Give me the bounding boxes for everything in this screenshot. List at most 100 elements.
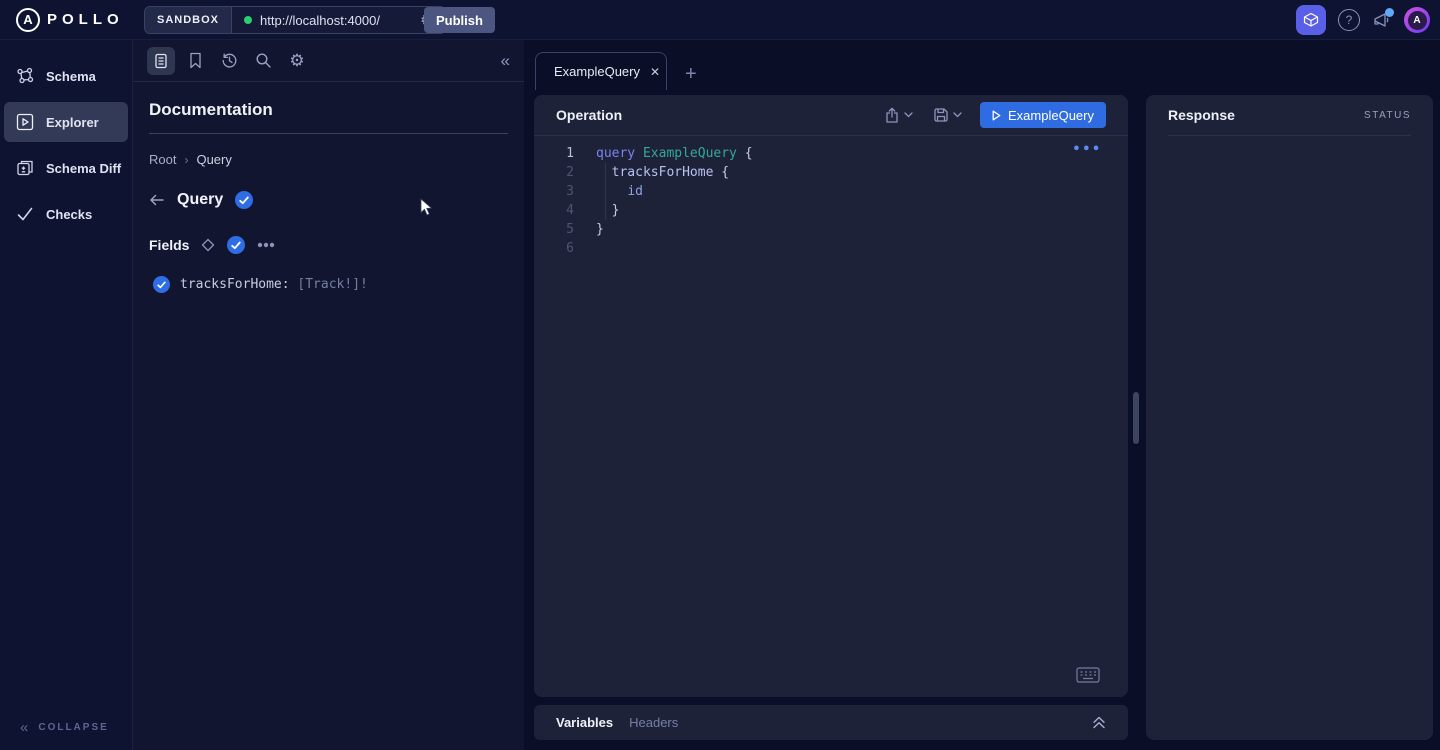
avatar-initial: A — [1408, 11, 1427, 30]
announcements-button[interactable] — [1372, 11, 1392, 29]
help-button[interactable]: ? — [1338, 9, 1360, 31]
field-row-tracksforhome[interactable]: tracksForHome: [Track!]! — [149, 276, 508, 293]
response-panel: Response STATUS — [1146, 95, 1433, 740]
diff-document-icon — [16, 159, 34, 177]
tab-variables[interactable]: Variables — [556, 715, 613, 730]
collapse-sidebar-button[interactable]: « COLLAPSE — [0, 719, 133, 736]
docs-title: Documentation — [149, 100, 508, 120]
code-text: tracksForHome { — [574, 163, 729, 182]
keyboard-shortcuts-icon[interactable] — [1076, 667, 1100, 683]
graph-icon — [16, 67, 34, 85]
share-operation-button[interactable] — [884, 107, 913, 124]
play-square-icon — [16, 113, 34, 131]
token-punctuation: } — [612, 203, 620, 218]
top-bar: A POLLO SANDBOX http://localhost:4000/ ⚙… — [0, 0, 1440, 40]
notification-dot — [1385, 8, 1394, 17]
code-line[interactable]: 5 } — [534, 220, 1128, 239]
token-punctuation: { — [745, 146, 753, 161]
connection-status-dot — [244, 16, 252, 24]
back-arrow-icon[interactable] — [149, 193, 165, 207]
topbar-right-icons: ? A — [1296, 0, 1430, 40]
avatar[interactable]: A — [1404, 7, 1430, 33]
type-selected-check-icon[interactable] — [235, 191, 253, 209]
select-all-fields-check-icon[interactable] — [227, 236, 245, 254]
run-operation-button[interactable]: ExampleQuery — [980, 102, 1106, 128]
operation-panel: Operation — [534, 95, 1128, 697]
apollo-sandbox-app: A POLLO SANDBOX http://localhost:4000/ ⚙… — [0, 0, 1440, 750]
fields-label: Fields — [149, 237, 189, 253]
field-signature: tracksForHome: [Track!]! — [180, 277, 368, 292]
line-number: 2 — [534, 163, 574, 182]
left-nav-rail: Schema Explorer Schema Diff — [0, 40, 133, 750]
code-text: id — [574, 182, 643, 201]
save-operation-button[interactable] — [933, 107, 962, 123]
code-text — [574, 239, 596, 258]
field-selected-check-icon[interactable] — [153, 276, 170, 293]
panel-resize-handle[interactable] — [1133, 392, 1139, 444]
cube-icon — [1303, 12, 1319, 28]
docs-toolbar: ⚙ « — [133, 40, 524, 82]
apollo-logo[interactable]: A POLLO — [16, 8, 124, 32]
apollo-logo-icon: A — [16, 8, 40, 32]
question-mark-icon: ? — [1346, 13, 1353, 27]
line-number: 4 — [534, 201, 574, 220]
breadcrumb-root[interactable]: Root — [149, 152, 176, 167]
new-tab-button[interactable]: + — [685, 64, 697, 84]
token-field: id — [627, 184, 643, 199]
collapse-docs-panel-button[interactable]: « — [501, 51, 510, 71]
sandbox-mode-button[interactable] — [1296, 5, 1326, 35]
response-header: Response STATUS — [1146, 95, 1433, 135]
variables-headers-bar: Variables Headers — [534, 705, 1128, 740]
history-clock-icon — [221, 52, 238, 69]
sidebar-item-checks[interactable]: Checks — [4, 194, 128, 234]
line-number: 6 — [534, 239, 574, 258]
endpoint-chip[interactable]: SANDBOX http://localhost:4000/ ⚙ — [144, 6, 446, 34]
code-line[interactable]: 2 tracksForHome { — [534, 163, 1128, 182]
code-line[interactable]: 1 query ExampleQuery { — [534, 144, 1128, 163]
tab-examplequery[interactable]: ExampleQuery ✕ — [535, 52, 667, 90]
search-tab-button[interactable] — [249, 47, 277, 75]
operation-editor[interactable]: ••• 1 query ExampleQuery { 2 tracksForHo… — [534, 136, 1128, 258]
sidebar-item-explorer[interactable]: Explorer — [4, 102, 128, 142]
token-punctuation: } — [596, 222, 604, 237]
share-icon — [884, 107, 900, 124]
bookmarks-tab-button[interactable] — [181, 47, 209, 75]
editor-menu-dots-icon[interactable]: ••• — [1073, 142, 1102, 157]
documentation-panel: ⚙ « Documentation Root › Query Query — [133, 40, 524, 750]
sidebar-item-label: Schema — [46, 69, 96, 84]
operation-actions: ExampleQuery — [884, 102, 1106, 128]
save-icon — [933, 107, 949, 123]
code-text: } — [574, 201, 619, 220]
line-number: 3 — [534, 182, 574, 201]
explorer-settings-button[interactable]: ⚙ — [283, 47, 311, 75]
token-whitespace — [596, 203, 612, 218]
tab-headers[interactable]: Headers — [629, 715, 678, 730]
sidebar-item-schema[interactable]: Schema — [4, 56, 128, 96]
more-options-dots-icon[interactable] — [257, 242, 275, 248]
status-label: STATUS — [1364, 110, 1411, 121]
close-tab-icon[interactable]: ✕ — [650, 65, 660, 79]
code-line[interactable]: 4 } — [534, 201, 1128, 220]
code-line[interactable]: 3 id — [534, 182, 1128, 201]
fields-header: Fields — [149, 236, 508, 254]
sidebar-item-schema-diff[interactable]: Schema Diff — [4, 148, 128, 188]
diamond-sort-icon[interactable] — [201, 238, 215, 252]
tab-bar: ExampleQuery ✕ + — [524, 40, 1440, 90]
publish-button[interactable]: Publish — [424, 7, 495, 33]
gear-icon: ⚙ — [287, 51, 306, 71]
endpoint-url-input[interactable]: http://localhost:4000/ — [260, 13, 410, 28]
divider — [1168, 135, 1411, 136]
documentation-tab-button[interactable] — [147, 47, 175, 75]
history-tab-button[interactable] — [215, 47, 243, 75]
expand-panel-double-chevron-icon[interactable] — [1092, 716, 1106, 729]
type-name: Query — [177, 191, 223, 209]
line-number: 5 — [534, 220, 574, 239]
token-field: tracksForHome — [612, 165, 722, 180]
apollo-logo-text: POLLO — [47, 11, 124, 28]
operation-title: Operation — [556, 107, 622, 123]
indent-guide — [605, 163, 606, 220]
search-icon — [255, 52, 272, 69]
run-button-label: ExampleQuery — [1008, 108, 1094, 123]
code-line[interactable]: 6 — [534, 239, 1128, 258]
type-header: Query — [149, 191, 508, 209]
